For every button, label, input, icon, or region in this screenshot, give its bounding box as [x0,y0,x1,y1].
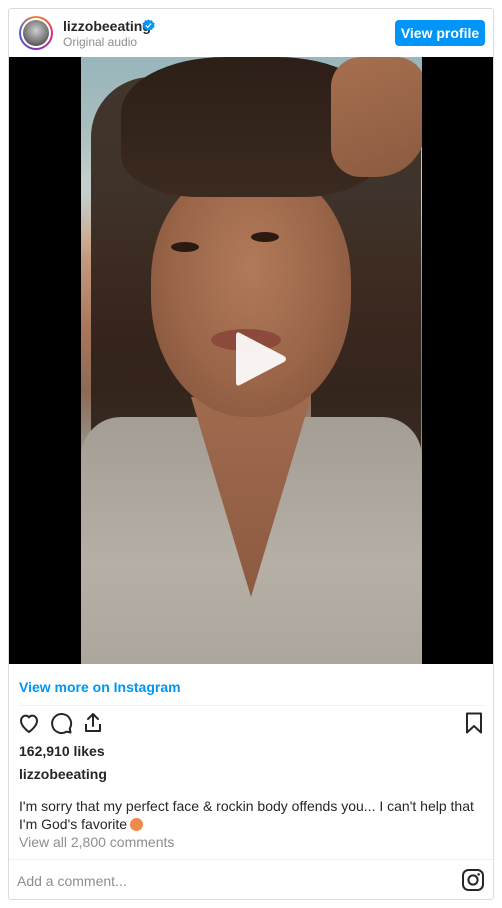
pouting-face-emoji-icon [130,818,144,831]
caption-text: I'm sorry that my perfect face & rockin … [19,798,474,832]
view-profile-button[interactable]: View profile [395,20,485,46]
post-header: lizzobeeating Original audio View profil… [9,9,493,57]
instagram-icon[interactable] [461,868,485,892]
share-icon[interactable] [81,711,105,735]
add-comment-input[interactable] [17,867,447,895]
heart-icon[interactable] [17,711,41,735]
audio-label[interactable]: Original audio [63,35,137,49]
bookmark-icon[interactable] [462,711,486,735]
caption: I'm sorry that my perfect face & rockin … [19,797,485,833]
username[interactable]: lizzobeeating [63,18,151,34]
view-all-comments-link[interactable]: View all 2,800 comments [19,834,174,850]
view-more-link[interactable]: View more on Instagram [19,679,181,695]
avatar[interactable] [19,16,53,50]
comment-icon[interactable] [49,711,73,735]
likes-count[interactable]: 162,910 likes [19,743,105,759]
caption-username[interactable]: lizzobeeating [19,766,107,782]
divider [19,705,485,706]
divider [9,859,493,860]
video-player[interactable] [9,57,493,664]
verified-badge-icon [142,19,155,32]
avatar-image [23,20,49,46]
play-icon[interactable] [232,329,288,389]
instagram-embed: lizzobeeating Original audio View profil… [8,8,494,900]
